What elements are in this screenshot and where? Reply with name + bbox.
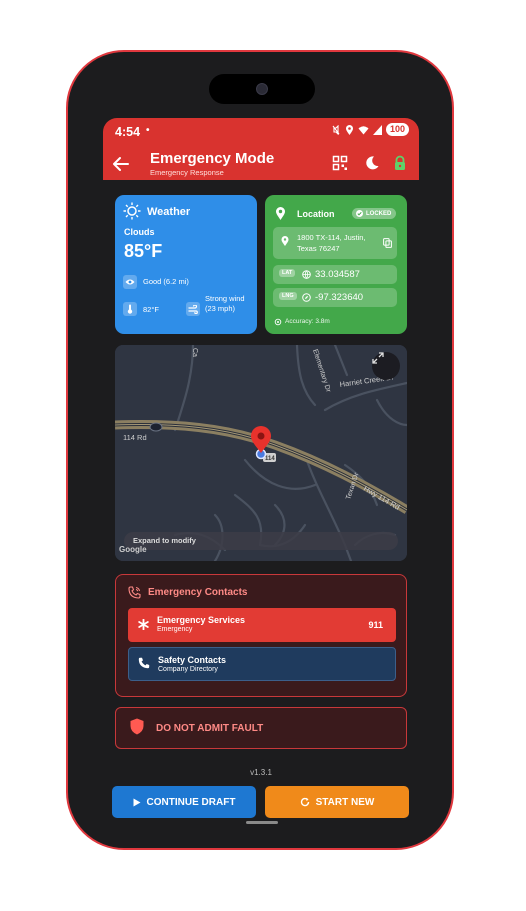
safety-contacts-row[interactable]: Safety Contacts Company Directory <box>128 647 396 681</box>
location-card[interactable]: Location LOCKED 1800 TX-114, Justin, Tex… <box>265 195 407 334</box>
latitude-box: LAT 33.034587 <box>273 265 397 284</box>
map-view[interactable]: 114 Rd Harriet Creek Dr Elementary Dr Hw… <box>115 345 407 561</box>
app-version: v1.3.1 <box>250 768 272 777</box>
phone-ring-icon <box>128 586 141 599</box>
page-title: Emergency Mode <box>150 150 275 167</box>
thermometer-icon <box>123 302 137 316</box>
dark-mode-icon[interactable] <box>364 155 380 171</box>
notification-dot: • <box>146 125 150 136</box>
continue-draft-button[interactable]: CONTINUE DRAFT <box>112 786 256 818</box>
map-canvas: 114 Rd Harriet Creek Dr Elementary Dr Hw… <box>115 345 407 561</box>
locked-label: LOCKED <box>366 210 392 217</box>
emergency-services-name: Emergency Services <box>157 615 246 625</box>
emergency-contacts-panel: Emergency Contacts Emergency Services Em… <box>115 574 407 697</box>
locked-badge: LOCKED <box>352 208 397 219</box>
qr-code-icon[interactable] <box>332 155 348 171</box>
emergency-services-row[interactable]: Emergency Services Emergency 911 <box>128 608 396 642</box>
emergency-number: 911 <box>368 620 383 630</box>
copy-icon[interactable] <box>383 238 392 248</box>
sun-icon <box>123 202 141 220</box>
expand-icon <box>372 352 384 364</box>
safety-contacts-name: Safety Contacts <box>158 655 227 665</box>
page-subtitle: Emergency Response <box>150 168 224 177</box>
poi-marker <box>149 422 163 432</box>
phone-frame: 4:54 • 100 Emergency Mode Emergency Resp… <box>66 50 454 850</box>
feels-like-value: 82°F <box>143 305 159 314</box>
check-circle-icon <box>356 210 363 217</box>
accuracy-text: Accuracy: 3.8m <box>285 318 330 325</box>
play-icon <box>133 798 141 806</box>
fullscreen-button[interactable] <box>372 352 400 380</box>
app-bar: 4:54 • 100 Emergency Mode Emergency Resp… <box>103 118 419 180</box>
weather-title: Weather <box>147 206 191 218</box>
address-text: 1800 TX-114, Justin, Texas 76247 <box>297 233 366 253</box>
wind-icon <box>186 302 200 316</box>
status-bar: 4:54 • 100 <box>103 118 419 142</box>
do-not-admit-fault-banner: DO NOT ADMIT FAULT <box>115 707 407 749</box>
start-new-button[interactable]: START NEW <box>265 786 409 818</box>
mute-icon <box>332 124 340 135</box>
back-arrow-icon[interactable] <box>111 154 131 174</box>
safety-contacts-sub: Company Directory <box>158 666 218 673</box>
wifi-icon <box>358 125 369 134</box>
lock-icon[interactable] <box>392 155 408 171</box>
status-icons: 100 <box>331 123 409 136</box>
location-title: Location <box>297 209 335 219</box>
camera-lens <box>256 83 268 95</box>
compass-icon <box>302 293 311 302</box>
continue-draft-label: CONTINUE DRAFT <box>146 796 236 808</box>
wind-value: Strong wind (23 mph) <box>205 294 245 313</box>
shield-icon <box>130 718 144 735</box>
status-time: 4:54 <box>115 125 141 139</box>
gps-accuracy-icon <box>274 318 282 326</box>
expand-to-modify-label: Expand to modify <box>133 536 196 545</box>
phone-icon <box>138 657 150 669</box>
emergency-contacts-title: Emergency Contacts <box>148 587 248 598</box>
location-pin-icon <box>276 207 285 220</box>
weather-card[interactable]: Weather Clouds 85°F Good (6.2 mi) 82°F S… <box>115 195 257 334</box>
expand-to-modify-bar[interactable]: Expand to modify <box>124 532 398 550</box>
do-not-admit-fault-label: DO NOT ADMIT FAULT <box>156 723 264 734</box>
longitude-box: LNG -97.323640 <box>273 288 397 307</box>
latitude-value: 33.034587 <box>315 269 360 280</box>
address-pin-icon <box>281 236 289 246</box>
app-screen: 4:54 • 100 Emergency Mode Emergency Resp… <box>103 118 419 824</box>
longitude-value: -97.323640 <box>315 292 364 303</box>
refresh-icon <box>300 797 309 807</box>
visibility-value: Good (6.2 mi) <box>143 277 189 286</box>
longitude-tag: LNG <box>279 292 297 300</box>
weather-condition: Clouds <box>124 227 155 237</box>
emergency-services-type: Emergency <box>157 626 193 633</box>
google-logo: Google <box>119 545 147 554</box>
signal-icon <box>372 124 382 135</box>
road-label-114: 114 Rd <box>123 433 147 442</box>
visibility-icon <box>123 275 137 289</box>
address-box: 1800 TX-114, Justin, Texas 76247 <box>273 227 397 259</box>
asterisk-icon <box>138 619 149 630</box>
camera-notch <box>209 74 315 104</box>
weather-temperature: 85°F <box>124 241 163 261</box>
road-label-minor: Ca <box>191 348 198 357</box>
home-indicator[interactable] <box>246 821 278 824</box>
latitude-tag: LAT <box>279 269 296 277</box>
location-status-icon <box>345 124 353 135</box>
start-new-label: START NEW <box>315 796 375 808</box>
globe-icon <box>302 270 311 279</box>
highway-shield-label: 114 <box>265 456 275 462</box>
battery-indicator: 100 <box>385 123 409 136</box>
